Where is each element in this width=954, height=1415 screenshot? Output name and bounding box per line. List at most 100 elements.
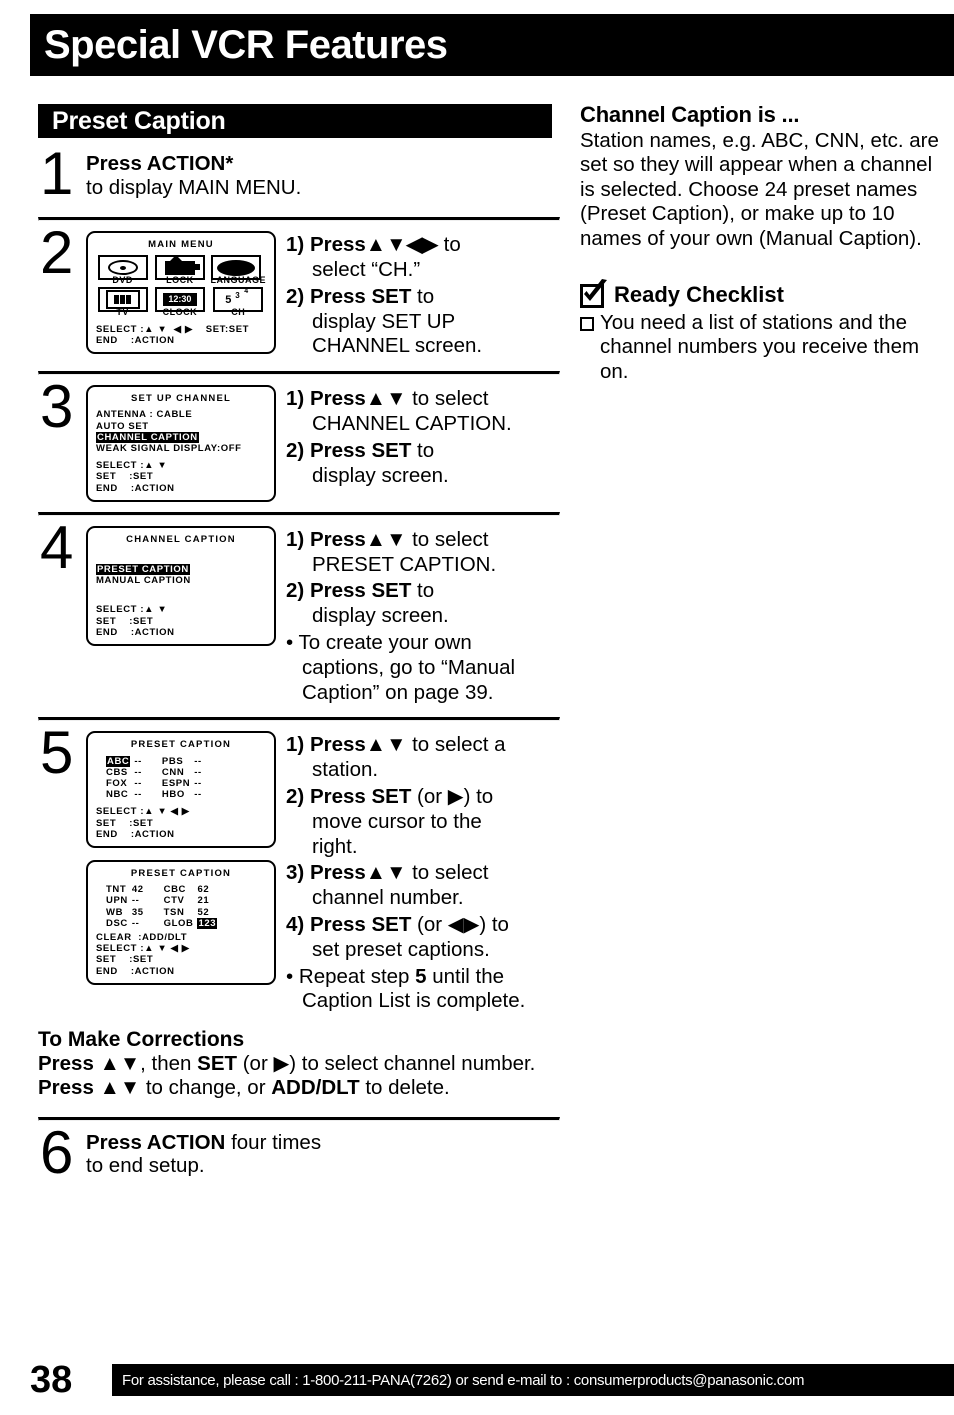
osd-legend-line: SELECT :▲ ▼ ◀ ▶ xyxy=(96,943,190,955)
corrections-l2-c: to delete. xyxy=(359,1076,450,1100)
step-5-i2-cont: move cursor to the xyxy=(312,809,482,833)
main-menu-item-ch[interactable]: 5 3 4 CH xyxy=(213,287,264,318)
main-menu-icon-grid: DVD LOCK LANGUAGE TV 12:30 CLOCK 5 3 4 C… xyxy=(96,255,266,317)
footer-assistance-band: For assistance, please call : 1-800-211-… xyxy=(112,1364,954,1396)
channel-number-icon: 5 3 4 xyxy=(221,289,255,307)
station-name: UPN xyxy=(106,895,128,907)
ready-checklist-title: Ready Checklist xyxy=(614,281,784,307)
station-name: PBS xyxy=(161,755,184,767)
station-name-label: ABC xyxy=(106,755,131,767)
corrections-title: To Make Corrections xyxy=(38,1028,245,1052)
station-channel: -- xyxy=(134,755,142,767)
table-row[interactable]: UPN -- CTV 21 xyxy=(106,895,229,906)
step-4: 4 CHANNEL CAPTION PRESET CAPTION MANUAL … xyxy=(38,516,562,708)
arrows-icon: ▲▼ xyxy=(99,1052,141,1076)
step-1-line2: to display MAIN MENU. xyxy=(86,175,302,199)
page-number: 38 xyxy=(30,1359,73,1401)
station-name: NBC xyxy=(106,789,129,801)
step-3-i2-rest: to xyxy=(411,438,435,462)
table-row[interactable]: DSC -- GLOB 123 xyxy=(106,917,229,929)
osd-legend-line: END :ACTION xyxy=(96,334,175,346)
main-menu-item-language[interactable]: LANGUAGE xyxy=(210,255,267,286)
corrections-l2-bold: ADD/DLT xyxy=(271,1076,360,1100)
table-row[interactable]: ABC -- PBS -- xyxy=(106,755,214,767)
aside-heading: Channel Caption is ... xyxy=(580,102,800,127)
station-name: CBC xyxy=(163,884,187,896)
main-menu-item-clock[interactable]: 12:30 CLOCK xyxy=(154,287,205,318)
station-channel-label: 123 xyxy=(197,917,218,929)
station-channel: -- xyxy=(194,755,202,767)
osd-row[interactable]: ANTENNA : CABLE xyxy=(96,409,266,420)
station-name: HBO xyxy=(161,789,185,801)
table-row[interactable]: TNT 42 CBC 62 xyxy=(106,884,229,895)
step-4-bullet-text: To create your own xyxy=(298,630,472,654)
step-3-instructions: 1) Press▲▼ to select CHANNEL CAPTION. 2)… xyxy=(286,385,554,490)
step-5-i3-cont: channel number. xyxy=(312,886,464,910)
osd-legend-line: END :ACTION xyxy=(96,965,175,977)
step-5-bullet-pre: Repeat step xyxy=(298,964,416,988)
step-4-i2-marker: 2) xyxy=(286,579,305,603)
osd-channel-caption-title: CHANNEL CAPTION xyxy=(126,533,236,545)
table-row[interactable]: WB 35 TSN 52 xyxy=(106,907,229,918)
osd-row-label: ANTENNA : CABLE xyxy=(96,409,193,421)
arrows-icon: ▲▼◀▶ xyxy=(365,233,438,257)
checklist-item[interactable]: You need a list of stations and the chan… xyxy=(580,311,952,384)
station-name: WB xyxy=(106,906,124,918)
step-5-bullet-cont: Caption List is complete. xyxy=(302,989,526,1013)
step-1: 1 Press ACTION* to display MAIN MENU. xyxy=(38,142,562,203)
preset-caption-table-b: TNT 42 CBC 62 UPN -- CTV 21 WB 35 TSN 52… xyxy=(106,884,229,929)
station-channel: -- xyxy=(134,766,142,778)
osd-row[interactable]: WEAK SIGNAL DISPLAY:OFF xyxy=(96,443,266,454)
main-menu-item-lock[interactable]: LOCK xyxy=(154,255,205,286)
footer-assistance-text: For assistance, please call : 1-800-211-… xyxy=(122,1371,805,1389)
osd-main-menu-title: MAIN MENU xyxy=(148,239,214,251)
step-5-i1-marker: 1) xyxy=(286,733,305,757)
osd-preset-caption-b-legend: CLEAR :ADD/DLT SELECT :▲ ▼ ◀ ▶ SET :SET … xyxy=(96,932,266,977)
osd-row-selected[interactable]: PRESET CAPTION xyxy=(96,564,266,575)
step-5-i4-cont: set preset captions. xyxy=(312,937,490,961)
station-name: CTV xyxy=(163,895,185,907)
step-2-i1-marker: 1) xyxy=(286,233,305,257)
osd-legend-line: SELECT :▲ ▼ xyxy=(96,604,168,616)
step-5-bullet-marker: • xyxy=(286,964,294,988)
station-name: CNN xyxy=(161,766,185,778)
osd-set-up-channel-title: SET UP CHANNEL xyxy=(130,393,232,405)
station-channel: -- xyxy=(194,766,202,778)
step-2-i1-bold: Press xyxy=(309,233,366,257)
step-6: 6 Press ACTION four times to end setup. xyxy=(38,1121,562,1182)
disc-icon xyxy=(107,260,138,276)
step-5-i1-cont: station. xyxy=(312,758,379,782)
step-4-bullet-cont: captions, go to “Manual xyxy=(302,655,516,679)
step-4-i1-marker: 1) xyxy=(286,527,305,551)
osd-row[interactable]: MANUAL CAPTION xyxy=(96,575,266,586)
osd-set-up-channel-legend: SELECT :▲ ▼ SET :SET END :ACTION xyxy=(96,460,266,494)
main-menu-item-tv[interactable]: TV xyxy=(97,287,148,318)
step-3: 3 SET UP CHANNEL ANTENNA : CABLE AUTO SE… xyxy=(38,375,562,502)
station-name: FOX xyxy=(106,777,128,789)
table-row[interactable]: FOX -- ESPN -- xyxy=(106,778,214,789)
main-menu-label-clock: CLOCK xyxy=(162,307,198,317)
step-3-i2-cont: display screen. xyxy=(312,463,449,487)
checkbox-icon[interactable] xyxy=(580,316,594,331)
main-menu-label-ch: CH xyxy=(231,307,246,317)
table-row[interactable]: NBC -- HBO -- xyxy=(106,789,214,800)
step-2-i1-cont: select “CH.” xyxy=(312,257,421,281)
station-channel: -- xyxy=(194,777,202,789)
step-2-i1-rest: to xyxy=(437,233,461,257)
arrows-icon: ▲▼ xyxy=(365,861,407,885)
clock-icon: 12:30 xyxy=(162,293,197,306)
checklist-item-text: You need a list of stations and the chan… xyxy=(600,310,920,383)
osd-row-selected[interactable]: CHANNEL CAPTION xyxy=(96,431,266,443)
step-3-i2-bold: Press SET xyxy=(309,438,412,462)
corrections-l1-b: , then xyxy=(140,1052,198,1076)
table-row[interactable]: CBS -- CNN -- xyxy=(106,767,214,778)
osd-row[interactable]: AUTO SET xyxy=(96,421,266,432)
step-1-line1: Press ACTION* xyxy=(86,152,234,175)
step-4-i1-bold: Press xyxy=(309,527,366,551)
osd-legend-line: SELECT :▲ ▼ xyxy=(96,460,168,472)
camcorder-icon xyxy=(164,257,200,275)
step-5-i2-marker: 2) xyxy=(286,784,305,808)
main-menu-item-dvd[interactable]: DVD xyxy=(97,255,148,286)
step-2: 2 MAIN MENU DVD LOCK LANGUAGE TV 12:30 C… xyxy=(38,221,562,361)
step-4-i1-rest: to select xyxy=(406,527,489,551)
